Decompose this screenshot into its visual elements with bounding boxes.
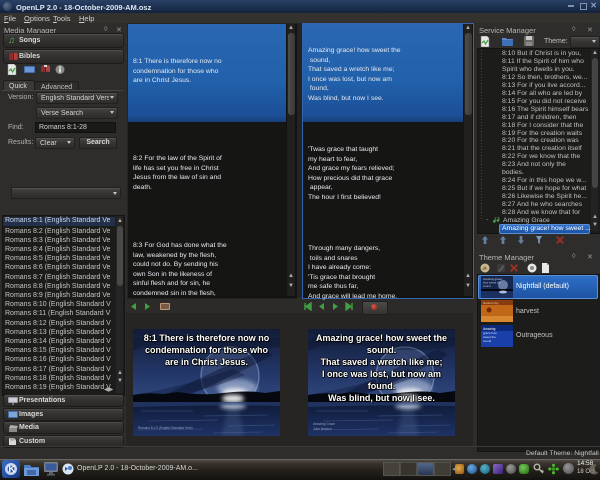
svg-text:Romans 8:1-5 (English Standard: Romans 8:1-5 (English Standard Vers) — [138, 426, 193, 430]
svg-text:sound: sound — [483, 339, 492, 343]
svg-text:John Newton: John Newton — [313, 427, 332, 431]
svg-text:sound: sound — [483, 284, 491, 288]
svg-text:Amazing Grace: Amazing Grace — [313, 422, 335, 426]
svg-text:Great is thy: Great is thy — [483, 301, 499, 305]
svg-text:K: K — [9, 464, 16, 474]
